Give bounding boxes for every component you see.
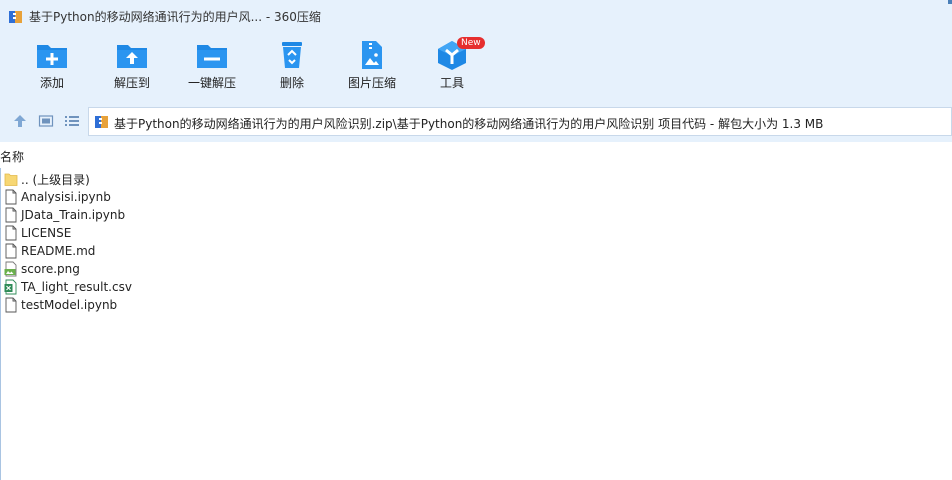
- address-path: 基于Python的移动网络通讯行为的用户风险识别.zip\基于Python的移动…: [114, 117, 824, 131]
- file-name: JData_Train.ipynb: [21, 208, 126, 222]
- add-button[interactable]: 添加: [17, 40, 87, 98]
- window-corner-dot: [948, 0, 952, 4]
- file-row[interactable]: testModel.ipynb: [4, 296, 132, 314]
- add-label: 添加: [39, 76, 64, 90]
- delete-label: 删除: [279, 76, 304, 90]
- image-compress-button[interactable]: 图片压缩: [337, 40, 407, 98]
- file-name: .. (上级目录): [21, 172, 90, 187]
- document-icon: [4, 225, 18, 241]
- file-name: Analysisi.ipynb: [21, 190, 111, 204]
- file-list-pane: 名称 .. (上级目录) Analysisi.ipynb JData_Train.i…: [0, 142, 952, 480]
- image-zip-icon: [362, 41, 382, 69]
- document-icon: [4, 207, 18, 223]
- file-row[interactable]: Analysisi.ipynb: [4, 188, 132, 206]
- file-list: .. (上级目录) Analysisi.ipynb JData_Train.ipyn…: [4, 170, 132, 314]
- tools-button[interactable]: New 工具: [417, 37, 487, 98]
- address-field[interactable]: 基于Python的移动网络通讯行为的用户风险识别.zip\基于Python的移动…: [88, 107, 952, 136]
- file-name: testModel.ipynb: [21, 298, 118, 312]
- new-badge: New: [457, 37, 485, 49]
- file-row[interactable]: .. (上级目录): [4, 170, 132, 188]
- address-bar: 基于Python的移动网络通讯行为的用户风险识别.zip\基于Python的移动…: [0, 100, 952, 142]
- document-icon: [4, 297, 18, 313]
- toolbar: 添加 解压到 一键解压 删除 图片压缩 New 工具: [0, 34, 952, 100]
- file-row[interactable]: README.md: [4, 242, 132, 260]
- file-row[interactable]: LICENSE: [4, 224, 132, 242]
- name-column-header[interactable]: 名称: [0, 148, 24, 165]
- folder-icon: [4, 171, 18, 187]
- document-icon: [4, 189, 18, 205]
- file-row[interactable]: TA_light_result.csv: [4, 278, 132, 296]
- extract-to-label: 解压到: [113, 76, 150, 90]
- tools-label: 工具: [439, 76, 464, 90]
- folder-extract-icon: [117, 45, 147, 68]
- recycle-bin-icon: [282, 42, 302, 68]
- image-file-icon: [4, 261, 18, 277]
- archive-icon: [94, 114, 110, 130]
- file-row[interactable]: score.png: [4, 260, 132, 278]
- file-name: score.png: [21, 262, 80, 276]
- extract-to-button[interactable]: 解压到: [97, 40, 167, 98]
- image-compress-label: 图片压缩: [347, 76, 396, 90]
- up-arrow-icon[interactable]: [12, 113, 28, 129]
- file-row[interactable]: JData_Train.ipynb: [4, 206, 132, 224]
- spreadsheet-file-icon: [4, 279, 18, 295]
- one-click-extract-button[interactable]: 一键解压: [177, 40, 247, 98]
- file-name: TA_light_result.csv: [21, 280, 132, 294]
- view-icon[interactable]: [38, 113, 54, 129]
- file-name: README.md: [21, 244, 96, 258]
- title-bar: 基于Python的移动网络通讯行为的用户风... - 360压缩: [0, 0, 952, 34]
- pane-divider: [0, 168, 1, 480]
- delete-button[interactable]: 删除: [257, 40, 327, 98]
- window-title: 基于Python的移动网络通讯行为的用户风... - 360压缩: [29, 10, 321, 24]
- one-click-extract-label: 一键解压: [187, 76, 236, 90]
- list-view-icon[interactable]: [64, 113, 80, 129]
- archive-icon: [8, 9, 24, 25]
- file-name: LICENSE: [21, 226, 72, 240]
- document-icon: [4, 243, 18, 259]
- folder-add-icon: [37, 45, 67, 68]
- folder-oneclick-icon: [197, 45, 227, 68]
